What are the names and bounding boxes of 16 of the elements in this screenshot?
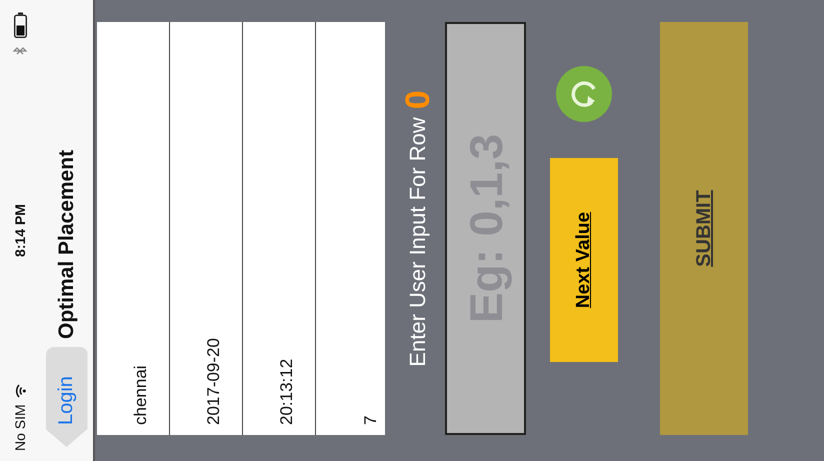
bluetooth-icon [13, 46, 27, 56]
battery-icon [14, 12, 26, 38]
table-cell: 7 [361, 416, 381, 425]
back-button[interactable]: Login [46, 347, 88, 447]
table-cell: 2017-09-20 [204, 338, 224, 425]
submit-button[interactable]: SUBMIT [660, 22, 748, 435]
next-value-button[interactable]: Next Value [550, 158, 618, 362]
table-cell: chennai [131, 365, 152, 425]
nav-title: Optimal Placement [54, 150, 78, 339]
table-cell: 20:13:12 [277, 358, 298, 425]
prompt-text: Enter User Input For Row [405, 117, 431, 367]
refresh-icon[interactable] [556, 66, 612, 122]
carrier-text: No SIM [12, 404, 28, 451]
row-number: 0 [398, 90, 438, 110]
wifi-icon [14, 384, 26, 398]
status-time: 8:14 PM [12, 204, 28, 257]
